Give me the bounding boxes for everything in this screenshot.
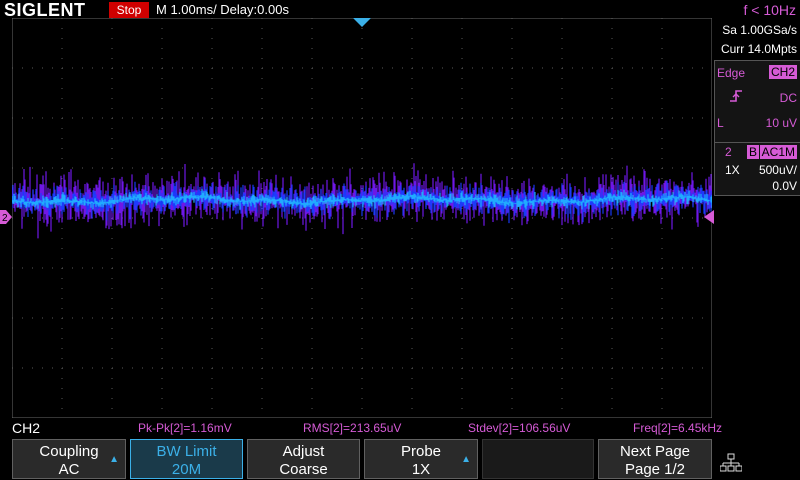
measure-pkpk: Pk-Pk[2]=1.16mV — [138, 421, 232, 435]
channel-offset: 0.0V — [772, 179, 797, 193]
channel2-panel[interactable]: 2 B AC1M 1X 500uV/ 0.0V — [714, 142, 800, 196]
up-arrow-icon: ▲ — [461, 454, 471, 465]
channel-label: CH2 — [12, 420, 41, 436]
trigger-level-label: L — [717, 116, 724, 130]
waveform-display — [12, 18, 712, 418]
top-status-bar: SIGLENT Stop M 1.00ms/ Delay:0.00s f < 1… — [0, 0, 800, 20]
bw-limit-label: BW Limit — [156, 443, 217, 460]
rising-edge-icon — [730, 90, 742, 102]
empty-menu-slot[interactable] — [482, 439, 594, 479]
bw-limit-badge: B — [747, 145, 760, 159]
trigger-level-marker[interactable] — [704, 210, 714, 224]
channel-probe: 1X — [725, 163, 740, 177]
right-info-panel: Sa 1.00GSa/s Curr 14.0Mpts Edge CH2 DC L… — [714, 20, 800, 420]
timebase-readout: M 1.00ms/ Delay:0.00s — [156, 2, 289, 17]
adjust-label: Adjust — [282, 443, 325, 460]
frequency-counter: f < 10Hz — [743, 2, 796, 18]
measure-rms: RMS[2]=213.65uV — [303, 421, 402, 435]
network-icon — [720, 453, 742, 472]
trigger-coupling: DC — [779, 91, 797, 105]
trigger-position-marker[interactable] — [353, 18, 371, 28]
channel-scale: 500uV/ — [758, 163, 797, 177]
bw-limit-button[interactable]: BW Limit 20M — [130, 439, 243, 479]
trigger-source: CH2 — [768, 65, 797, 79]
probe-button[interactable]: Probe 1X ▲ — [364, 439, 478, 479]
adjust-button[interactable]: Adjust Coarse — [247, 439, 360, 479]
coupling-badge: AC1M — [759, 145, 797, 159]
trigger-panel[interactable]: Edge CH2 DC L 10 uV — [714, 60, 800, 154]
next-page-label: Next Page — [619, 443, 691, 460]
up-arrow-icon: ▲ — [109, 454, 119, 465]
siglent-logo: SIGLENT — [4, 0, 86, 20]
measure-freq: Freq[2]=6.45kHz — [633, 421, 723, 435]
adjust-value: Coarse — [279, 461, 328, 478]
bw-limit-value: 20M — [171, 461, 202, 478]
memory-depth: Curr 14.0Mpts — [720, 42, 797, 56]
soft-menu-bar: Coupling AC ▲ BW Limit 20M Adjust Coarse… — [0, 437, 800, 480]
ch2-offset-marker[interactable]: 2 — [0, 210, 12, 224]
measure-stdev: Stdev[2]=106.56uV — [468, 421, 571, 435]
sample-rate: Sa 1.00GSa/s — [722, 23, 797, 37]
trigger-level: 10 uV — [765, 116, 797, 130]
next-page-value: Page 1/2 — [624, 461, 686, 478]
run-stop-status[interactable]: Stop — [109, 2, 149, 18]
channel-number: 2 — [725, 145, 732, 159]
trigger-type: Edge — [717, 66, 746, 80]
measurement-bar: CH2 Pk-Pk[2]=1.16mV RMS[2]=213.65uV Stde… — [0, 420, 800, 437]
next-page-button[interactable]: Next Page Page 1/2 — [598, 439, 712, 479]
ch2-marker-label: 2 — [2, 213, 8, 224]
coupling-button[interactable]: Coupling AC ▲ — [12, 439, 126, 479]
